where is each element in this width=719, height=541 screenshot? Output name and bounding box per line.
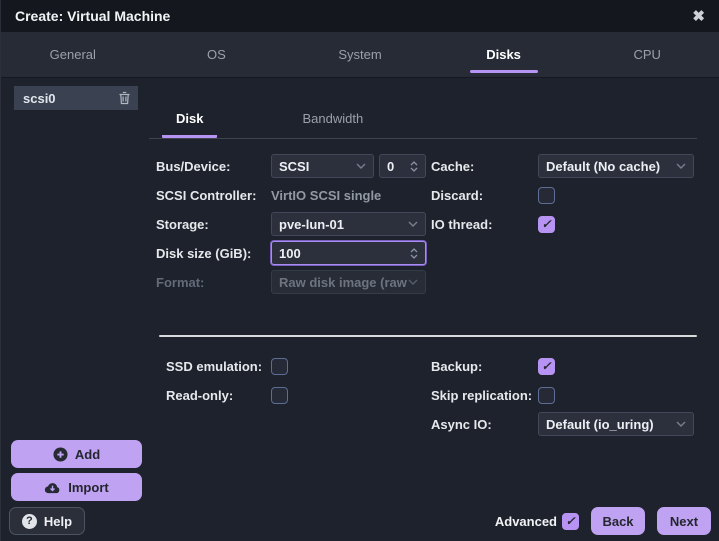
scsi-controller-value: VirtIO SCSI single [271, 187, 382, 203]
close-icon[interactable]: ✖ [692, 9, 705, 24]
disk-item-label: scsi0 [23, 90, 56, 106]
backup-row: Backup: ✓ [431, 354, 697, 378]
read-only-row: Read-only: ✓ [156, 383, 431, 407]
format-row: Format: Raw disk image (raw [156, 270, 431, 294]
chevron-down-icon [676, 163, 686, 169]
skip-replication-row: Skip replication: ✓ [431, 383, 697, 407]
ssd-emulation-row: SSD emulation: ✓ [156, 354, 431, 378]
disk-size-input[interactable]: 100 [271, 241, 426, 265]
spinner-arrows-icon[interactable] [410, 247, 418, 259]
tab-underline [469, 70, 538, 73]
tab-cpu[interactable]: CPU [575, 32, 719, 77]
discard-label: Discard: [431, 187, 484, 203]
discard-checkbox[interactable]: ✓ [538, 186, 555, 204]
storage-select[interactable]: pve-lun-01 [271, 212, 426, 236]
chevron-down-icon [356, 163, 366, 169]
tab-disks[interactable]: Disks [432, 32, 576, 77]
check-icon: ✓ [541, 359, 552, 373]
cache-row: Cache: Default (No cache) [431, 154, 697, 178]
tab-general[interactable]: General [1, 32, 145, 77]
chevron-down-icon [408, 221, 418, 227]
advanced-label: Advanced [494, 513, 557, 529]
disk-list-item-scsi0[interactable]: scsi0 [14, 86, 138, 110]
check-icon: ✓ [541, 217, 552, 231]
async-io-select[interactable]: Default (io_uring) [538, 412, 694, 436]
question-circle-icon: ? [21, 513, 37, 529]
bus-device-select[interactable]: SCSI [271, 154, 374, 178]
dialog-title: Create: Virtual Machine [15, 8, 171, 24]
dialog-body: scsi0 Disk Bandwidth Bus/Device: SCSI 0 … [1, 78, 719, 541]
advanced-checkbox[interactable]: ✓ [562, 512, 579, 530]
skip-replication-checkbox[interactable]: ✓ [538, 386, 555, 404]
bus-device-label: Bus/Device: [156, 158, 231, 174]
form-column-left: Bus/Device: SCSI 0 SCSI Controller: Virt… [156, 154, 431, 299]
tab-os[interactable]: OS [145, 32, 289, 77]
read-only-checkbox[interactable]: ✓ [271, 386, 288, 404]
advanced-column-right: Backup: ✓ Skip replication: ✓ Async IO: … [431, 354, 697, 441]
advanced-toggle: Advanced ✓ [494, 512, 579, 530]
add-button[interactable]: Add [11, 440, 142, 468]
tab-system[interactable]: System [288, 32, 432, 77]
disk-panel: Disk Bandwidth Bus/Device: SCSI 0 SCSI C… [149, 78, 719, 541]
format-label: Format: [156, 274, 205, 290]
disk-form: Bus/Device: SCSI 0 SCSI Controller: Virt… [149, 139, 719, 299]
next-button[interactable]: Next [657, 507, 711, 535]
disk-size-label: Disk size (GiB): [156, 245, 252, 261]
format-select: Raw disk image (raw [271, 270, 426, 294]
advanced-form: SSD emulation: ✓ Read-only: ✓ Backup: ✓ … [149, 337, 719, 441]
ssd-emulation-label: SSD emulation: [166, 358, 263, 374]
ssd-emulation-checkbox[interactable]: ✓ [271, 357, 288, 375]
inner-tab-bandwidth[interactable]: Bandwidth [288, 111, 377, 138]
backup-label: Backup: [431, 358, 483, 374]
skip-replication-label: Skip replication: [431, 387, 533, 403]
async-io-row: Async IO: Default (io_uring) [431, 412, 697, 436]
spinner-arrows-icon[interactable] [410, 160, 418, 172]
wizard-tabbar: General OS System Disks CPU [1, 32, 719, 78]
check-icon: ✓ [565, 514, 576, 528]
storage-label: Storage: [156, 216, 209, 232]
io-thread-row: IO thread: ✓ [431, 212, 697, 236]
help-button[interactable]: ? Help [9, 507, 85, 535]
discard-row: Discard: ✓ [431, 183, 697, 207]
disk-size-row: Disk size (GiB): 100 [156, 241, 431, 265]
storage-row: Storage: pve-lun-01 [156, 212, 431, 236]
import-button[interactable]: Import [11, 473, 142, 501]
cloud-download-icon [45, 482, 60, 493]
scsi-controller-row: SCSI Controller: VirtIO SCSI single [156, 183, 431, 207]
cache-label: Cache: [431, 158, 475, 174]
io-thread-label: IO thread: [431, 216, 493, 232]
bus-device-number-spinner[interactable]: 0 [379, 154, 426, 178]
advanced-column-left: SSD emulation: ✓ Read-only: ✓ [156, 354, 431, 441]
backup-checkbox[interactable]: ✓ [538, 357, 555, 375]
back-button[interactable]: Back [591, 507, 645, 535]
read-only-label: Read-only: [166, 387, 234, 403]
bus-device-row: Bus/Device: SCSI 0 [156, 154, 431, 178]
form-column-right: Cache: Default (No cache) Discard: ✓ IO … [431, 154, 697, 299]
footer-actions: Advanced ✓ Back Next [495, 507, 711, 535]
disk-inner-tabs: Disk Bandwidth [149, 78, 697, 139]
create-vm-dialog: Create: Virtual Machine ✖ General OS Sys… [0, 0, 719, 541]
async-io-label: Async IO: [431, 416, 492, 432]
scsi-controller-label: SCSI Controller: [156, 187, 257, 203]
io-thread-checkbox[interactable]: ✓ [538, 215, 555, 233]
chevron-down-icon [408, 279, 418, 285]
trash-icon[interactable] [118, 91, 131, 105]
inner-tab-disk[interactable]: Disk [162, 111, 218, 138]
dialog-titlebar: Create: Virtual Machine ✖ [1, 0, 719, 32]
cache-select[interactable]: Default (No cache) [538, 154, 694, 178]
chevron-down-icon [676, 421, 686, 427]
disk-list-sidebar: scsi0 [1, 78, 149, 541]
plus-circle-icon [53, 446, 68, 462]
